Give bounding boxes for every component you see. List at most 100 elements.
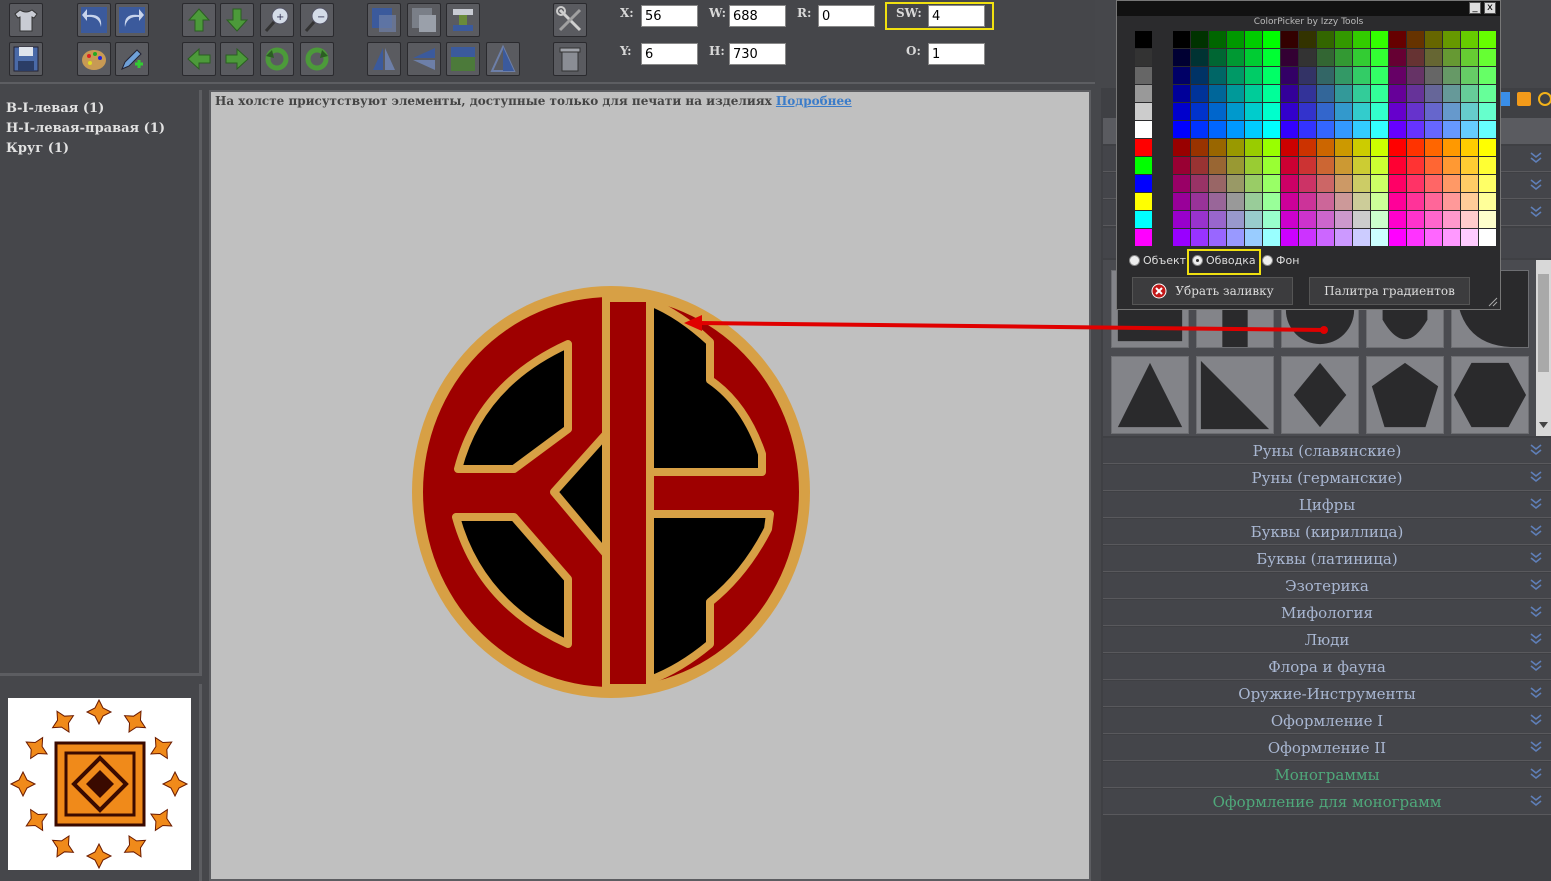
color-swatch <box>1443 139 1460 156</box>
color-swatch <box>1353 175 1370 192</box>
color-swatch <box>1317 229 1334 246</box>
close-button[interactable]: x <box>1484 2 1496 14</box>
color-swatch <box>1443 103 1460 120</box>
color-swatch <box>1135 229 1152 246</box>
category-label: Люди <box>1304 631 1350 649</box>
fill-pattern-icon[interactable] <box>446 42 480 76</box>
rotate-right-icon[interactable] <box>300 42 334 76</box>
shape-diamond-tile[interactable] <box>1281 356 1359 434</box>
category-letters-latin[interactable]: Буквы (латиница) <box>1103 546 1551 572</box>
shape-hexagon-tile[interactable] <box>1451 356 1529 434</box>
flip-vertical-icon[interactable] <box>407 42 441 76</box>
color-swatch <box>1209 67 1226 84</box>
color-picker-titlebar[interactable]: _ x <box>1117 1 1500 16</box>
category-decoration-2[interactable]: Оформление II <box>1103 735 1551 761</box>
category-people[interactable]: Люди <box>1103 627 1551 653</box>
scroll-down-icon[interactable] <box>1538 420 1549 430</box>
color-swatch <box>1209 193 1226 210</box>
move-down-icon[interactable] <box>220 3 254 37</box>
category-digits[interactable]: Цифры <box>1103 492 1551 518</box>
zoom-out-icon[interactable]: − <box>300 3 334 37</box>
trash-icon[interactable] <box>553 42 587 76</box>
shapes-scrollbar[interactable] <box>1536 260 1551 436</box>
send-to-back-icon[interactable] <box>407 3 441 37</box>
move-up-icon[interactable] <box>182 3 216 37</box>
opacity-input[interactable] <box>928 43 985 65</box>
color-swatch <box>1263 157 1280 174</box>
monogram-logo[interactable] <box>410 284 812 700</box>
color-swatch <box>1389 121 1406 138</box>
h-input[interactable] <box>729 43 786 65</box>
category-runes-germanic[interactable]: Руны (германские) <box>1103 465 1551 491</box>
palette-icon[interactable] <box>77 42 111 76</box>
y-input[interactable] <box>641 43 698 65</box>
scrollbar-thumb[interactable] <box>1538 274 1549 372</box>
rotate-left-icon[interactable] <box>260 42 294 76</box>
color-swatch <box>1263 139 1280 156</box>
color-swatch <box>1425 121 1442 138</box>
design-canvas[interactable]: На холсте присутствуют элементы, доступн… <box>209 90 1091 881</box>
shape-right-triangle-tile[interactable] <box>1196 356 1274 434</box>
gradient-palette-button[interactable]: Палитра градиентов <box>1309 277 1470 305</box>
color-swatch <box>1443 193 1460 210</box>
r-input[interactable] <box>818 5 875 27</box>
category-monograms[interactable]: Монограммы <box>1103 762 1551 788</box>
o-label: O: <box>906 44 921 58</box>
tools-icon[interactable] <box>553 3 587 37</box>
category-esoterics[interactable]: Эзотерика <box>1103 573 1551 599</box>
radio-stroke[interactable]: Обводка <box>1192 254 1256 267</box>
color-swatch <box>1281 67 1298 84</box>
chevron-down-icon <box>1530 687 1542 699</box>
category-label: Эзотерика <box>1285 577 1369 595</box>
minimize-button[interactable]: _ <box>1469 2 1481 14</box>
ornament-preview-image[interactable] <box>8 698 191 870</box>
flip-horizontal-icon[interactable] <box>367 42 401 76</box>
color-swatch <box>1353 139 1370 156</box>
edit-pencil-icon[interactable] <box>115 42 149 76</box>
color-swatch <box>1299 85 1316 102</box>
category-flora-fauna[interactable]: Флора и фауна <box>1103 654 1551 680</box>
category-runes-slavic[interactable]: Руны (славянские) <box>1103 438 1551 464</box>
category-weapons-tools[interactable]: Оружие-Инструменты <box>1103 681 1551 707</box>
bring-to-front-icon[interactable] <box>367 3 401 37</box>
skew-icon[interactable] <box>486 42 520 76</box>
save-icon[interactable] <box>9 42 43 76</box>
shape-pentagon-tile[interactable] <box>1366 356 1444 434</box>
x-input[interactable] <box>641 5 698 27</box>
category-decoration-1[interactable]: Оформление I <box>1103 708 1551 734</box>
radio-background[interactable]: Фон <box>1262 254 1299 267</box>
radio-stroke-input[interactable] <box>1192 255 1203 266</box>
radio-background-input[interactable] <box>1262 255 1273 266</box>
color-swatch <box>1425 157 1442 174</box>
remove-fill-button[interactable]: Убрать заливку <box>1132 277 1293 305</box>
align-center-icon[interactable] <box>446 3 480 37</box>
tshirt-icon[interactable] <box>9 3 43 37</box>
category-letters-cyrillic[interactable]: Буквы (кириллица) <box>1103 519 1551 545</box>
chevron-down-icon <box>1530 741 1542 753</box>
layer-item[interactable]: Н-І-левая-правая (1) <box>6 119 193 139</box>
resize-grip-icon[interactable] <box>1488 297 1498 307</box>
w-input[interactable] <box>729 5 786 27</box>
more-info-link[interactable]: Подробнее <box>776 94 852 108</box>
color-swatch <box>1281 121 1298 138</box>
category-mythology[interactable]: Мифология <box>1103 600 1551 626</box>
color-swatch <box>1461 157 1478 174</box>
color-swatch <box>1353 49 1370 66</box>
print-notice: На холсте присутствуют элементы, доступн… <box>215 94 852 108</box>
undo-icon[interactable] <box>77 3 111 37</box>
color-swatch-grid[interactable] <box>1121 31 1499 249</box>
layer-item[interactable]: Круг (1) <box>6 139 193 159</box>
layer-item[interactable]: В-І-левая (1) <box>6 99 193 119</box>
redo-icon[interactable] <box>115 3 149 37</box>
category-label: Оформление I <box>1270 712 1384 730</box>
radio-object-input[interactable] <box>1129 255 1140 266</box>
category-monogram-decoration[interactable]: Оформление для монограмм <box>1103 789 1551 815</box>
zoom-in-icon[interactable]: + <box>260 3 294 37</box>
move-right-icon[interactable] <box>220 42 254 76</box>
shape-triangle-tile[interactable] <box>1111 356 1189 434</box>
stroke-width-input[interactable] <box>928 5 985 27</box>
color-swatch <box>1335 31 1352 48</box>
move-left-icon[interactable] <box>182 42 216 76</box>
color-swatch <box>1245 175 1262 192</box>
radio-object[interactable]: Объект <box>1129 254 1186 267</box>
